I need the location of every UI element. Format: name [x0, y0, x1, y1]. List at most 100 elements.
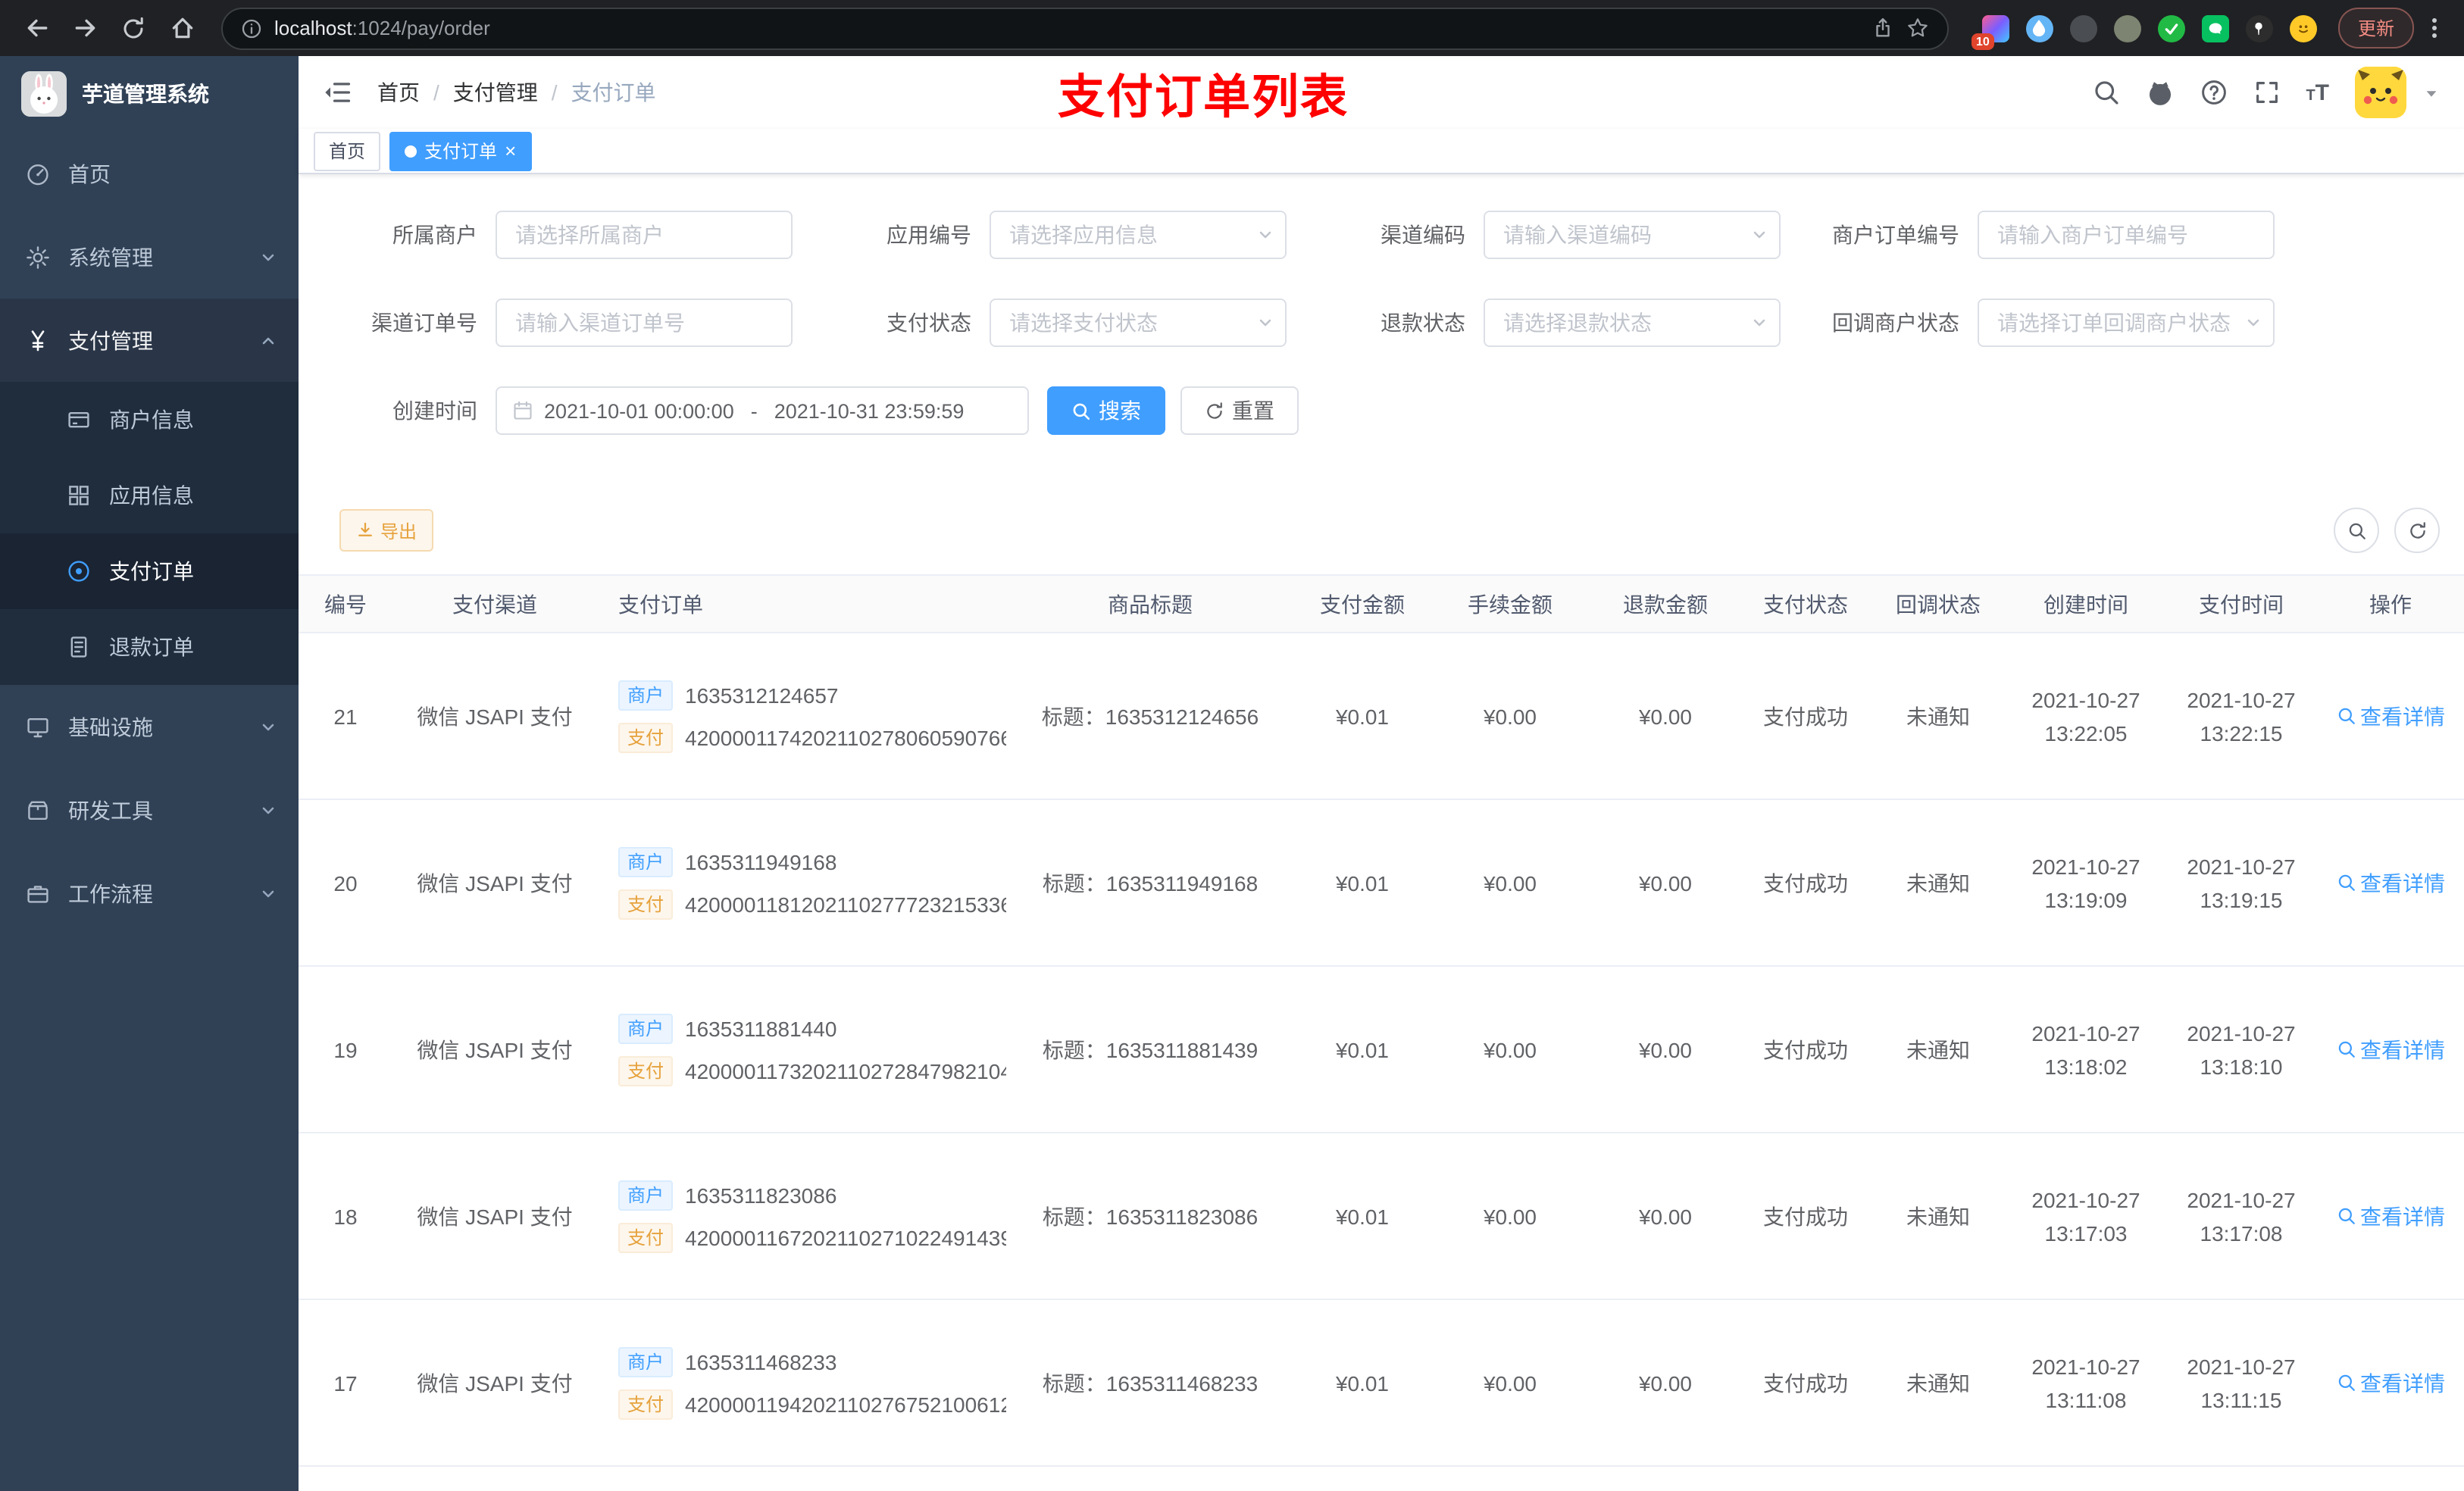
col-header-refund: 退款金额 [1590, 574, 1741, 633]
cell-pay-time: 2021-10-27 13:17:08 [2165, 1133, 2317, 1300]
cell-pay-amount: ¥0.01 [1294, 633, 1431, 800]
extension-drop-icon[interactable] [2025, 14, 2053, 42]
sidebar-item-app-info[interactable]: 应用信息 [0, 458, 299, 533]
cell-actions: 查看详情 [2317, 1299, 2464, 1467]
extension-chat-icon[interactable] [2201, 14, 2229, 42]
view-detail-link[interactable]: 查看详情 [2336, 1201, 2445, 1231]
cell-fee-amount: ¥0.00 [1431, 1299, 1590, 1467]
view-detail-link[interactable]: 查看详情 [2336, 1368, 2445, 1398]
avatar-caret-icon[interactable] [2423, 84, 2440, 101]
pay-status-select[interactable] [990, 299, 1287, 347]
sidebar-item-home[interactable]: 首页 [0, 132, 299, 215]
pay-order-no: 4200001167202110271022491439 [685, 1225, 1006, 1249]
logo[interactable]: 芋道管理系统 [0, 56, 299, 132]
browser-update-button[interactable]: 更新 [2337, 8, 2414, 48]
back-icon[interactable] [15, 7, 58, 49]
export-button[interactable]: 导出 [339, 509, 434, 552]
cell-order: 商户 1635311357186 支付 [597, 1466, 1006, 1491]
reset-button[interactable]: 重置 [1180, 386, 1299, 435]
cell-order: 商户 1635311949168 支付 42000011812021102777… [597, 799, 1006, 967]
help-icon[interactable] [2200, 79, 2227, 106]
merchant-tag: 商户 [618, 1013, 674, 1043]
cell-pay-time: 2021-10-27 13:11:15 [2165, 1299, 2317, 1467]
breadcrumb-current: 支付订单 [571, 80, 656, 105]
refresh-icon[interactable] [2394, 508, 2440, 553]
extension-icon-1[interactable]: 10 [1971, 14, 2009, 49]
close-icon[interactable]: × [505, 141, 516, 161]
cell-notify-status [1870, 1466, 2006, 1491]
sidebar-item-merchant-info[interactable]: 商户信息 [0, 382, 299, 458]
breadcrumb-section[interactable]: 支付管理 [453, 77, 538, 108]
cell-pay-time: 2021-10-27 13:19:15 [2165, 799, 2317, 967]
address-bar[interactable]: localhost:1024/pay/order [221, 7, 1949, 49]
sidebar-item-pay-order[interactable]: 支付订单 [0, 533, 299, 609]
github-icon[interactable] [2145, 78, 2174, 107]
hide-search-icon[interactable] [2334, 508, 2379, 553]
filter-channel-code: 渠道编码 [1287, 211, 1781, 259]
site-info-icon[interactable] [241, 17, 262, 39]
col-header-channel: 支付渠道 [392, 574, 597, 633]
merchant-order-no: 1635311468233 [685, 1349, 837, 1374]
fullscreen-icon[interactable] [2253, 79, 2280, 106]
date-separator: - [750, 399, 758, 422]
search-icon[interactable] [2092, 79, 2119, 106]
cell-order: 商户 1635311468233 支付 42000011942021102767… [597, 1299, 1006, 1467]
filter-row-1: 所属商户 应用编号 渠道编码 商户订单编号 [299, 211, 2464, 259]
refund-status-select[interactable] [1484, 299, 1781, 347]
view-detail-label: 查看详情 [2360, 704, 2445, 728]
create-time-range-picker[interactable]: 2021-10-01 00:00:00 - 2021-10-31 23:59:5… [496, 386, 1029, 435]
sidebar-item-workflow[interactable]: 工作流程 [0, 852, 299, 935]
cell-title: 标题：1635312124656 [1006, 633, 1294, 800]
col-header-id: 编号 [299, 574, 392, 633]
filter-label: 退款状态 [1381, 311, 1465, 335]
sidebar-item-refund-order[interactable]: 退款订单 [0, 609, 299, 685]
merchant-select[interactable] [496, 211, 793, 259]
cell-refund-amount: ¥0.00 [1590, 1133, 1741, 1300]
filter-pay-status: 支付状态 [793, 299, 1287, 347]
sidebar-collapse-icon[interactable] [323, 77, 353, 108]
cell-pay-status: 支付成功 [1741, 1133, 1870, 1300]
document-icon [67, 635, 91, 659]
app-no-select[interactable] [990, 211, 1287, 259]
extension-icon-3[interactable] [2069, 14, 2097, 42]
sidebar-item-infra[interactable]: 基础设施 [0, 685, 299, 768]
browser-menu-icon[interactable] [2420, 18, 2449, 38]
font-size-icon[interactable]: TT [2306, 80, 2329, 105]
channel-code-select[interactable] [1484, 211, 1781, 259]
chevron-down-icon [259, 717, 277, 736]
sidebar-item-label: 首页 [68, 161, 111, 186]
search-button[interactable]: 搜索 [1047, 386, 1165, 435]
extension-icon-4[interactable] [2113, 14, 2141, 42]
channel-order-no-input[interactable] [496, 299, 793, 347]
pay-order-line: 支付 4200001181202110277723215336 [618, 889, 1006, 919]
merchant-order-no-input[interactable] [1978, 211, 2275, 259]
tab-pay-order[interactable]: 支付订单 × [389, 131, 532, 170]
cell-title: 标题：1635311823086 [1006, 1133, 1294, 1300]
calendar-icon [512, 400, 533, 421]
reload-icon[interactable] [112, 7, 155, 49]
sidebar-item-label: 工作流程 [68, 881, 153, 905]
cell-create-time [2006, 1466, 2165, 1491]
sidebar-item-system[interactable]: 系统管理 [0, 215, 299, 299]
sidebar-item-payment[interactable]: 支付管理 [0, 299, 299, 382]
breadcrumb-home[interactable]: 首页 [377, 77, 420, 108]
view-detail-link[interactable]: 查看详情 [2336, 1034, 2445, 1064]
extension-pin-icon[interactable] [2245, 14, 2273, 42]
extension-check-icon[interactable] [2157, 14, 2185, 42]
app-header: 首页 / 支付管理 / 支付订单 支付订单列表 T T [299, 56, 2464, 129]
home-icon[interactable] [161, 7, 203, 49]
share-icon[interactable] [1871, 17, 1894, 39]
table-row: 17 微信 JSAPI 支付 商户 1635311468233 支付 42000… [299, 1299, 2464, 1467]
extension-emoji-icon[interactable] [2289, 14, 2317, 42]
bookmark-star-icon[interactable] [1906, 17, 1929, 39]
merchant-order-line: 商户 1635311949168 [618, 846, 1006, 877]
user-avatar[interactable] [2355, 67, 2406, 118]
sidebar-item-label: 基础设施 [68, 714, 153, 739]
sidebar-item-dev-tools[interactable]: 研发工具 [0, 768, 299, 852]
forward-icon[interactable] [64, 7, 106, 49]
view-detail-link[interactable]: 查看详情 [2336, 867, 2445, 898]
cell-refund-amount: ¥0.00 [1590, 633, 1741, 800]
notify-status-select[interactable] [1978, 299, 2275, 347]
view-detail-link[interactable]: 查看详情 [2336, 701, 2445, 731]
tab-home[interactable]: 首页 [314, 131, 381, 170]
